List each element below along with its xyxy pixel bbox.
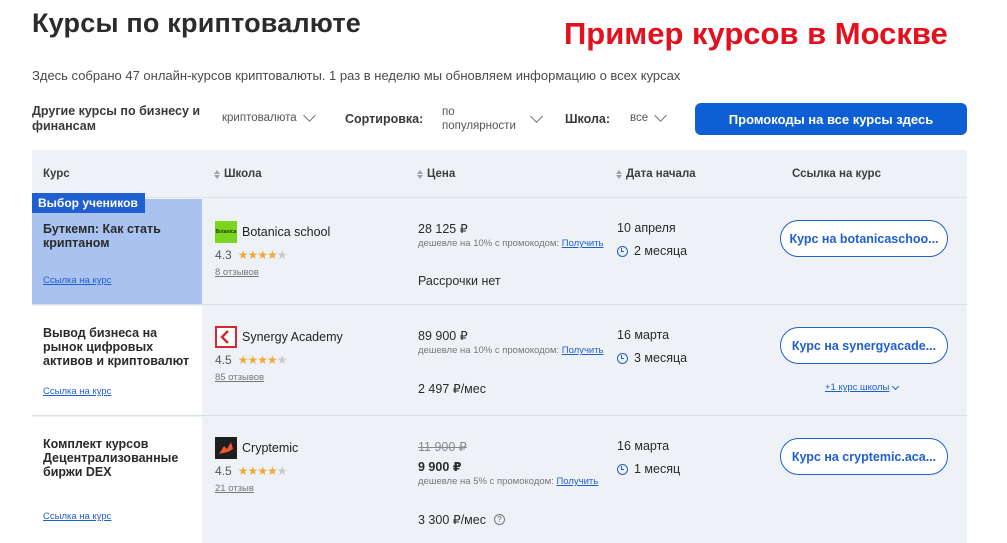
header-link: Ссылка на курс — [792, 168, 881, 180]
table-row: Выбор учеников Буткемп: Как стать крипта… — [32, 193, 967, 305]
header-start-date[interactable]: Дата начала — [616, 168, 696, 180]
course-link[interactable]: Ссылка на курс — [43, 386, 111, 397]
duration: 2 месяца — [617, 244, 687, 258]
header-course: Курс — [43, 168, 70, 180]
clock-icon — [617, 463, 628, 475]
course-cell: Комплект курсов Децентрализованные биржи… — [32, 417, 202, 543]
sort-dropdown[interactable]: по популярности — [442, 105, 543, 133]
school-rating: 4.3 ★★★★★ — [215, 248, 288, 262]
sort-value: по популярности — [442, 106, 516, 132]
duration: 1 месяц — [617, 462, 680, 476]
chevron-down-icon — [654, 109, 668, 122]
chevron-down-icon — [892, 382, 900, 390]
star-icon: ★★★★★ — [237, 353, 288, 367]
start-date: 16 марта — [617, 328, 670, 342]
students-choice-badge: Выбор учеников — [32, 193, 145, 213]
school-name[interactable]: Cryptemic — [242, 441, 298, 455]
filters-bar: Другие курсы по бизнесу и финансам крипт… — [32, 100, 967, 140]
price-cell: 28 125 ₽ дешевле на 10% с промокодом: По… — [418, 221, 604, 288]
more-courses-link[interactable]: +1 курс школы — [825, 382, 900, 393]
date-cell: 16 марта 1 месяц — [617, 439, 680, 476]
old-price: 11 900 ₽ — [418, 440, 467, 454]
school-logo — [215, 326, 237, 348]
course-name[interactable]: Комплект курсов Децентрализованные биржи… — [43, 437, 198, 479]
discount-note: дешевле на 5% с промокодом: Получить — [418, 476, 599, 487]
course-name[interactable]: Вывод бизнеса на рынок цифровых активов … — [43, 326, 198, 368]
table-row: Комплект курсов Децентрализованные биржи… — [32, 417, 967, 543]
sort-icon — [214, 169, 220, 179]
start-date: 10 апреля — [617, 221, 676, 235]
courses-table: Курс Школа Цена Дата начала Ссылка на ку… — [32, 150, 967, 543]
clock-icon — [617, 352, 628, 364]
chevron-down-icon — [530, 110, 543, 123]
discount-note: дешевле на 10% с промокодом: Получить — [418, 238, 604, 249]
price-value: 9 900 ₽ — [418, 460, 462, 474]
installment-text: 3 300 ₽/мес ? — [418, 512, 505, 527]
school-name[interactable]: Botanica school — [242, 225, 330, 239]
sort-label: Сортировка: — [345, 112, 424, 126]
price-value: 28 125 ₽ — [418, 222, 468, 236]
duration: 3 месяца — [617, 351, 687, 365]
header-price[interactable]: Цена — [417, 168, 455, 180]
discount-note: дешевле на 10% с промокодом: Получить — [418, 345, 604, 356]
date-cell: 10 апреля 2 месяца — [617, 221, 687, 258]
course-link[interactable]: Ссылка на курс — [43, 511, 111, 522]
course-cell: Выбор учеников Буткемп: Как стать крипта… — [32, 193, 202, 304]
get-promo-link[interactable]: Получить — [556, 476, 598, 487]
reviews-link[interactable]: 21 отзыв — [215, 483, 254, 494]
other-courses-link[interactable]: Другие курсы по бизнесу и финансам — [32, 104, 207, 134]
star-icon: ★★★★★ — [237, 464, 288, 478]
school-name[interactable]: Synergy Academy — [242, 330, 343, 344]
date-cell: 16 марта 3 месяца — [617, 328, 687, 365]
reviews-link[interactable]: 85 отзывов — [215, 372, 264, 383]
school-dropdown[interactable]: все — [630, 109, 668, 124]
page-subtitle: Здесь собрано 47 онлайн-курсов криптовал… — [32, 68, 681, 83]
installment-text: Рассрочки нет — [418, 274, 501, 288]
course-name[interactable]: Буткемп: Как стать криптаном — [43, 222, 198, 250]
course-cell: Вывод бизнеса на рынок цифровых активов … — [32, 306, 202, 415]
sort-icon — [417, 169, 423, 179]
get-promo-link[interactable]: Получить — [562, 238, 604, 249]
category-value: криптовалюта — [222, 112, 297, 124]
school-label: Школа: — [565, 112, 611, 126]
table-row: Вывод бизнеса на рынок цифровых активов … — [32, 306, 967, 416]
price-cell: 11 900 ₽ 9 900 ₽ дешевле на 5% с промоко… — [418, 439, 599, 527]
start-date: 16 марта — [617, 439, 670, 453]
price-cell: 89 900 ₽ дешевле на 10% с промокодом: По… — [418, 328, 604, 396]
question-icon[interactable]: ? — [493, 514, 505, 525]
school-logo: Botanica — [215, 221, 237, 243]
clock-icon — [617, 245, 628, 257]
course-button[interactable]: Курс на botanicaschoo... — [780, 220, 948, 257]
promo-overlay-title: Пример курсов в Москве — [564, 16, 948, 51]
school-logo — [215, 437, 237, 459]
header-school[interactable]: Школа — [214, 168, 262, 180]
sort-icon — [616, 169, 622, 179]
course-button[interactable]: Курс на cryptemic.aca... — [780, 438, 948, 475]
promo-codes-button[interactable]: Промокоды на все курсы здесь — [695, 103, 967, 135]
chevron-down-icon — [302, 109, 316, 122]
reviews-link[interactable]: 8 отзывов — [215, 267, 259, 278]
course-link[interactable]: Ссылка на курс — [43, 275, 111, 286]
star-icon: ★★★★★ — [237, 248, 288, 262]
table-header: Курс Школа Цена Дата начала Ссылка на ку… — [32, 150, 967, 198]
school-value: все — [630, 112, 649, 124]
course-button[interactable]: Курс на synergyacade... — [780, 327, 948, 364]
price-value: 89 900 ₽ — [418, 329, 468, 343]
school-rating: 4.5 ★★★★★ — [215, 353, 288, 367]
installment-text: 2 497 ₽/мес — [418, 382, 486, 396]
page-title: Курсы по криптовалюте — [32, 8, 362, 38]
category-dropdown[interactable]: криптовалюта — [222, 109, 316, 124]
get-promo-link[interactable]: Получить — [562, 345, 604, 356]
school-rating: 4.5 ★★★★★ — [215, 464, 288, 478]
